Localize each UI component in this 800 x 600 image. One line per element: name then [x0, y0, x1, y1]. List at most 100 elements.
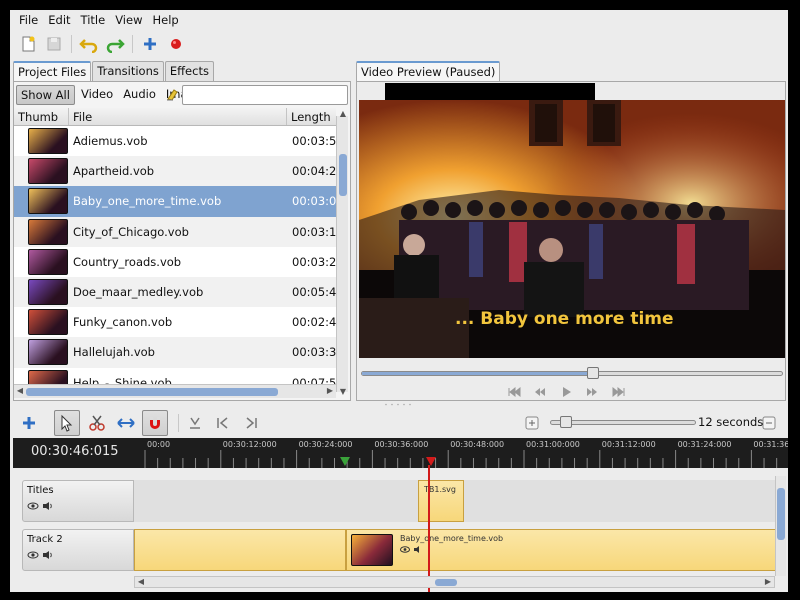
timeline-vertical-scrollbar[interactable]	[775, 476, 786, 576]
playhead-marker-icon[interactable]	[425, 456, 437, 468]
concert-frame-image: ... Baby one more time	[359, 100, 785, 358]
file-row[interactable]: Doe_maar_medley.vob 00:05:40	[14, 276, 336, 308]
file-row[interactable]: Funky_canon.vob 00:02:41	[14, 307, 336, 337]
scroll-up-icon[interactable]: ▲	[337, 108, 349, 120]
clip-video[interactable]: Baby_one_more_time.vob	[346, 529, 777, 571]
filter-input[interactable]	[182, 85, 348, 105]
filter-video-button[interactable]: Video	[77, 85, 117, 105]
playhead-line[interactable]	[428, 465, 430, 592]
speaker-icon[interactable]	[413, 545, 423, 554]
file-name: Apartheid.vob	[73, 164, 155, 179]
save-project-button[interactable]	[42, 33, 66, 55]
clip-label: Baby_one_more_time.vob	[400, 534, 504, 543]
file-list-horizontal-scrollbar[interactable]: ◀ ▶	[14, 384, 336, 398]
timeline-ruler[interactable]: 00:30:46:015 00:00 00:30:12:000 00:30:24:0…	[13, 438, 788, 468]
jump-start-icon[interactable]	[507, 386, 523, 398]
clip-title[interactable]: TB1.svg	[418, 480, 464, 522]
eye-icon[interactable]	[27, 550, 39, 560]
seek-bar-handle[interactable]	[587, 367, 599, 379]
tab-transitions[interactable]: Transitions	[92, 61, 164, 81]
file-thumbnail	[28, 309, 68, 336]
menubar: File Edit Title View Help	[10, 10, 788, 30]
file-row[interactable]: Baby_one_more_time.vob 00:03:03	[14, 186, 336, 217]
header-thumb[interactable]: Thumb	[14, 108, 69, 125]
export-video-button[interactable]	[164, 33, 188, 55]
ruler-tick-label: 00:31:24:000	[678, 440, 732, 449]
rewind-icon[interactable]	[533, 386, 549, 398]
add-marker-button[interactable]	[182, 410, 208, 436]
zoom-slider-handle[interactable]	[560, 416, 572, 428]
file-thumbnail	[28, 188, 68, 215]
file-list-vertical-scrollbar[interactable]: ▲ ▼	[336, 109, 348, 396]
scroll-down-icon[interactable]: ▼	[337, 386, 349, 398]
tab-effects[interactable]: Effects	[164, 61, 214, 81]
razor-tool-button[interactable]	[84, 410, 110, 436]
eye-icon[interactable]	[400, 545, 410, 554]
tab-video-preview[interactable]: Video Preview (Paused)	[356, 61, 501, 82]
speaker-icon[interactable]	[42, 501, 54, 511]
file-row[interactable]: Hallelujah.vob 00:03:36	[14, 337, 336, 368]
file-row[interactable]: Country_roads.vob 00:03:29	[14, 247, 336, 277]
scroll-left-icon[interactable]: ◀	[135, 576, 147, 588]
scroll-right-icon[interactable]: ▶	[762, 576, 774, 588]
menu-edit[interactable]: Edit	[43, 10, 75, 30]
in-marker-icon[interactable]	[339, 456, 351, 468]
undo-icon	[79, 39, 98, 53]
clip-previous[interactable]	[134, 529, 346, 571]
redo-button[interactable]	[103, 33, 127, 55]
next-marker-button[interactable]	[238, 410, 264, 436]
menu-help[interactable]: Help	[147, 10, 183, 30]
timeline-tracks: Titles TB1.svg Track 2 Baby_one_more_tim…	[13, 468, 788, 592]
video-subtitle: ... Baby one more time	[455, 309, 674, 329]
track-header-track-2[interactable]: Track 2	[22, 529, 134, 571]
header-file[interactable]: File	[69, 108, 287, 125]
file-row[interactable]: Apartheid.vob 00:04:23	[14, 156, 336, 187]
file-thumbnail	[28, 279, 68, 306]
file-length: 00:07:55	[292, 375, 336, 384]
zoom-slider[interactable]	[550, 416, 696, 428]
track-lane-titles[interactable]: TB1.svg	[134, 480, 777, 522]
speaker-icon[interactable]	[42, 550, 54, 560]
save-icon	[47, 37, 61, 51]
file-length: 00:05:40	[292, 285, 336, 300]
eye-icon[interactable]	[27, 501, 39, 511]
track-header-titles[interactable]: Titles	[22, 480, 134, 522]
scroll-left-icon[interactable]: ◀	[14, 385, 26, 397]
menu-view[interactable]: View	[110, 10, 147, 30]
header-length[interactable]: Length	[287, 108, 336, 125]
scroll-thumb[interactable]	[435, 579, 457, 586]
new-project-button[interactable]	[16, 33, 40, 55]
import-files-button[interactable]	[138, 33, 162, 55]
fast-forward-icon[interactable]	[585, 386, 601, 398]
previous-marker-button[interactable]	[210, 410, 236, 436]
menu-file[interactable]: File	[14, 10, 43, 30]
file-length: 00:03:29	[292, 254, 336, 269]
track-lane-track-2[interactable]: Baby_one_more_time.vob	[134, 529, 777, 571]
scroll-thumb[interactable]	[26, 388, 278, 396]
file-row[interactable]: City_of_Chicago.vob 00:03:12	[14, 216, 336, 247]
filter-audio-button[interactable]: Audio	[119, 85, 160, 105]
snapping-toggle-button[interactable]	[142, 410, 168, 436]
file-row[interactable]: Adiemus.vob 00:03:51	[14, 126, 336, 156]
menu-title[interactable]: Title	[76, 10, 111, 30]
panel-splitter-handle[interactable]	[380, 403, 416, 406]
seek-bar[interactable]	[361, 367, 783, 379]
project-file-list[interactable]: Thumb File Length Adiemus.vob 00:03:51 Apa…	[14, 108, 336, 384]
file-row[interactable]: Help_-_Shine.vob 00:07:55	[14, 368, 336, 384]
scroll-thumb[interactable]	[777, 488, 785, 540]
tab-project-files[interactable]: Project Files	[13, 61, 92, 82]
select-tool-button[interactable]	[54, 410, 80, 436]
undo-button[interactable]	[77, 33, 101, 55]
resize-tool-button[interactable]	[113, 410, 139, 436]
play-icon[interactable]	[559, 386, 575, 398]
scroll-thumb[interactable]	[339, 154, 347, 196]
zoom-in-button[interactable]	[519, 410, 545, 436]
ruler-tick-label: 00:31:00:000	[526, 440, 580, 449]
scroll-right-icon[interactable]: ▶	[324, 385, 336, 397]
timeline-horizontal-scrollbar[interactable]: ◀ ▶	[134, 576, 775, 588]
jump-end-icon[interactable]	[611, 386, 627, 398]
filter-show-all-button[interactable]: Show All	[16, 85, 75, 105]
clip-thumbnail	[351, 534, 393, 566]
clear-filter-icon[interactable]	[165, 87, 179, 101]
add-track-button[interactable]	[16, 410, 42, 436]
